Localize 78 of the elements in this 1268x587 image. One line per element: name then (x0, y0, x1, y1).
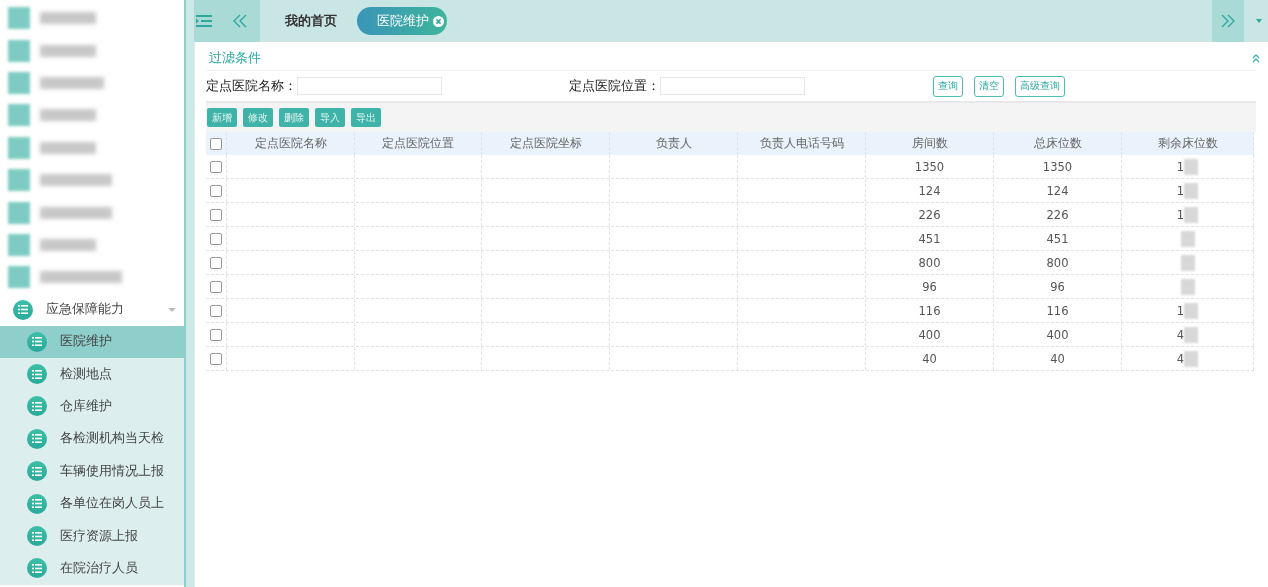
collapse-up-icon[interactable] (1252, 53, 1260, 63)
menu-icon[interactable] (196, 15, 212, 27)
column-header: 负责人电话号码 (738, 132, 866, 155)
checkbox[interactable] (210, 256, 222, 269)
table-cell: 4 (1176, 327, 1185, 342)
menu-item[interactable]: 在院治疗人员 (0, 552, 184, 585)
column-header: 负责人 (610, 132, 738, 155)
list-icon (27, 558, 47, 579)
table-cell: 1 (1176, 303, 1185, 318)
table-cell: 1350 (1042, 159, 1073, 174)
menu-item[interactable]: 检测地点 (0, 357, 184, 391)
input-field[interactable] (660, 77, 805, 95)
table-cell: 96 (1050, 279, 1065, 294)
list-icon (13, 299, 33, 320)
table-cell: 451 (918, 231, 941, 246)
table-cell: 226 (1046, 207, 1069, 222)
table-cell: 226 (918, 207, 941, 222)
column-header: 总床位数 (994, 132, 1122, 155)
table-cell: 124 (1046, 183, 1069, 198)
checkbox[interactable] (210, 184, 222, 197)
tab[interactable]: 医院维护 (357, 7, 447, 35)
table-cell: 40 (922, 351, 937, 366)
column-header: 剩余床位数 (1122, 132, 1254, 155)
table-cell: 400 (1046, 327, 1069, 342)
table-cell: 116 (1046, 303, 1069, 318)
menu-item[interactable]: 医疗资源上报 (0, 519, 184, 553)
table-cell: 1 (1176, 207, 1185, 222)
column-header: 房间数 (866, 132, 994, 155)
column-header: 定点医院名称 (227, 132, 355, 155)
table-cell: 40 (1050, 351, 1065, 366)
menu-item[interactable]: 仓库维护 (0, 390, 184, 423)
table-cell: 1 (1176, 159, 1185, 174)
checkbox[interactable] (210, 232, 222, 245)
menu-item[interactable]: 各检测机构当天检 (0, 422, 184, 456)
menu-item[interactable]: 各单位在岗人员上 (0, 487, 184, 520)
checkbox[interactable] (210, 208, 222, 221)
table-cell: 4 (1176, 351, 1185, 366)
column-header: 定点医院坐标 (482, 132, 610, 155)
collapse-icon[interactable] (232, 13, 248, 29)
input-field[interactable] (297, 77, 442, 95)
close-icon[interactable] (433, 15, 444, 27)
column-header: 定点医院位置 (355, 132, 482, 155)
menu-item[interactable]: 医院维护 (0, 325, 184, 358)
filter-button[interactable]: 清空 (974, 75, 1004, 97)
section-title: 过滤条件 (209, 49, 261, 67)
filter-button[interactable]: 高级查询 (1015, 75, 1065, 97)
dropdown-icon[interactable] (1256, 19, 1262, 23)
checkbox[interactable] (210, 280, 222, 293)
list-icon (27, 331, 47, 352)
table-cell: 1350 (914, 159, 945, 174)
field-label: 定点医院位置： (569, 77, 660, 95)
checkbox[interactable] (210, 328, 222, 341)
list-icon (27, 461, 47, 482)
menu-group[interactable]: 应急保障能力 (0, 293, 184, 326)
table-cell: 400 (918, 327, 941, 342)
filter-button[interactable]: 查询 (933, 75, 963, 97)
checkbox[interactable] (210, 304, 222, 317)
table-cell: 1 (1176, 183, 1185, 198)
scroll-right-button[interactable] (1212, 0, 1244, 42)
checkbox[interactable] (210, 352, 222, 365)
table-cell: 800 (1046, 255, 1069, 270)
list-icon (27, 493, 47, 514)
table-cell: 96 (922, 279, 937, 294)
list-icon (27, 428, 47, 449)
list-icon (27, 364, 47, 385)
menu-item[interactable]: 车辆使用情况上报 (0, 455, 184, 488)
table-cell: 116 (918, 303, 941, 318)
checkbox[interactable] (210, 137, 222, 150)
checkbox[interactable] (210, 160, 222, 173)
table-cell: 451 (1046, 231, 1069, 246)
double-chevron-right-icon (1220, 13, 1236, 29)
tab[interactable]: 我的首页 (285, 12, 337, 30)
list-icon (27, 526, 47, 547)
list-icon (27, 396, 47, 417)
field-label: 定点医院名称： (206, 77, 297, 95)
table-cell: 800 (918, 255, 941, 270)
table-cell: 124 (918, 183, 941, 198)
scrollbar[interactable] (184, 0, 194, 587)
